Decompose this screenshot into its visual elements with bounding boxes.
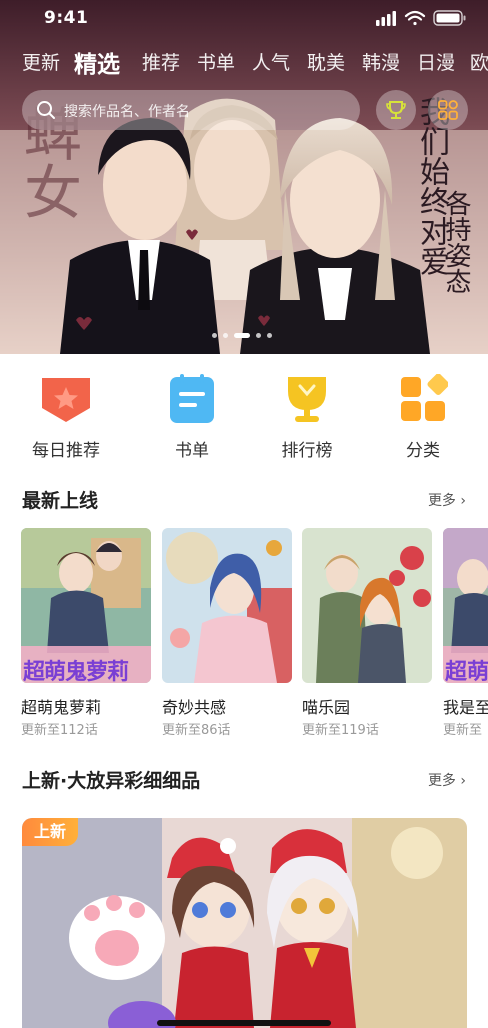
search-icon: [37, 101, 55, 119]
booklist-icon: [170, 374, 214, 423]
battery-icon: [433, 10, 466, 26]
new-badge: 上新: [22, 818, 78, 846]
search-placeholder: 搜索作品名、作者名: [64, 104, 190, 120]
tab-japanese[interactable]: 日漫: [417, 48, 455, 75]
quick-label: 排行榜: [281, 441, 333, 461]
carousel-dot[interactable]: [256, 333, 261, 338]
trophy-icon: [288, 377, 326, 422]
quick-category[interactable]: 分类: [368, 370, 478, 466]
cover-title-art: 超萌: [445, 660, 488, 685]
carousel-dot-active[interactable]: [234, 333, 250, 338]
tab-popular[interactable]: 人气: [252, 48, 290, 75]
category-tabs: 更新 精选 推荐 书单 人气 耽美 韩漫 日漫 欧: [0, 44, 488, 80]
cover-title-art: 超萌鬼萝莉: [23, 660, 129, 685]
comic-update: 更新至86话: [162, 723, 231, 738]
comic-card[interactable]: 奇妙共感 更新至86话: [162, 528, 292, 743]
quick-label: 每日推荐: [32, 441, 100, 461]
carousel-indicator: [212, 333, 282, 339]
comic-cover: [302, 528, 432, 683]
comic-title: 我是至: [443, 698, 488, 717]
tab-korean[interactable]: 韩漫: [362, 48, 400, 75]
quick-label: 分类: [406, 441, 440, 461]
comic-title: 超萌鬼萝莉: [21, 698, 102, 717]
featured-section-title: 上新·大放异彩细细品: [22, 770, 201, 792]
tab-recommend[interactable]: 推荐: [142, 48, 180, 75]
carousel-dot[interactable]: [267, 333, 272, 338]
search-input[interactable]: 搜索作品名、作者名: [22, 90, 360, 130]
comic-update: 更新至112话: [21, 723, 98, 738]
quick-label: 书单: [175, 441, 209, 461]
signal-icon: [376, 11, 396, 26]
carousel-dot[interactable]: [212, 333, 217, 338]
featured-more-link[interactable]: 更多 ›: [428, 770, 466, 790]
comic-title: 奇妙共感: [162, 698, 227, 717]
star-badge-icon: [42, 378, 90, 422]
status-icons: [376, 10, 466, 26]
grid-icon: [438, 100, 458, 120]
tab-bl[interactable]: 耽美: [307, 48, 345, 75]
comic-card[interactable]: 喵乐园 更新至119话: [302, 528, 432, 743]
status-bar: 9:41: [0, 0, 488, 36]
hero-banner[interactable]: 蜱女 我们始终对爱 各持姿态 9:41 更新 精选 推荐 书单 人气 耽美 韩漫…: [0, 0, 488, 354]
tab-western[interactable]: 欧: [470, 48, 488, 75]
featured-banner[interactable]: 上新: [22, 818, 467, 1028]
tab-featured[interactable]: 精选: [74, 45, 120, 79]
comic-title: 喵乐园: [302, 698, 351, 717]
latest-section-title: 最新上线: [22, 490, 99, 512]
comic-update: 更新至119话: [302, 723, 379, 738]
quick-booklist[interactable]: 书单: [137, 370, 247, 466]
comic-cover: [162, 528, 292, 683]
featured-illustration: [22, 818, 467, 1028]
trophy-button[interactable]: [376, 90, 416, 130]
category-grid-icon: [401, 374, 448, 421]
status-time: 9:41: [44, 8, 89, 28]
comic-card[interactable]: 超萌鬼萝莉 超萌鬼萝莉 更新至112话: [21, 528, 151, 743]
category-button[interactable]: [428, 90, 468, 130]
latest-more-link[interactable]: 更多 ›: [428, 490, 466, 510]
hero-quote-secondary: 各持姿态: [441, 190, 471, 294]
wifi-icon: [404, 10, 426, 26]
quick-nav: 每日推荐 书单 排行榜 分类: [0, 370, 488, 466]
tab-booklist[interactable]: 书单: [197, 48, 235, 75]
latest-list: 超萌鬼萝莉 超萌鬼萝莉 更新至112话 奇妙共感 更新至86话 喵乐园 更新至1…: [0, 528, 488, 743]
quick-ranking[interactable]: 排行榜: [252, 370, 362, 466]
carousel-dot[interactable]: [223, 333, 228, 338]
home-indicator[interactable]: [157, 1020, 331, 1026]
comic-card[interactable]: 超萌 我是至 更新至: [443, 528, 488, 743]
tab-update[interactable]: 更新: [22, 48, 60, 75]
quick-daily-recommend[interactable]: 每日推荐: [11, 370, 121, 466]
trophy-icon: [386, 101, 406, 119]
comic-update: 更新至: [443, 723, 483, 738]
